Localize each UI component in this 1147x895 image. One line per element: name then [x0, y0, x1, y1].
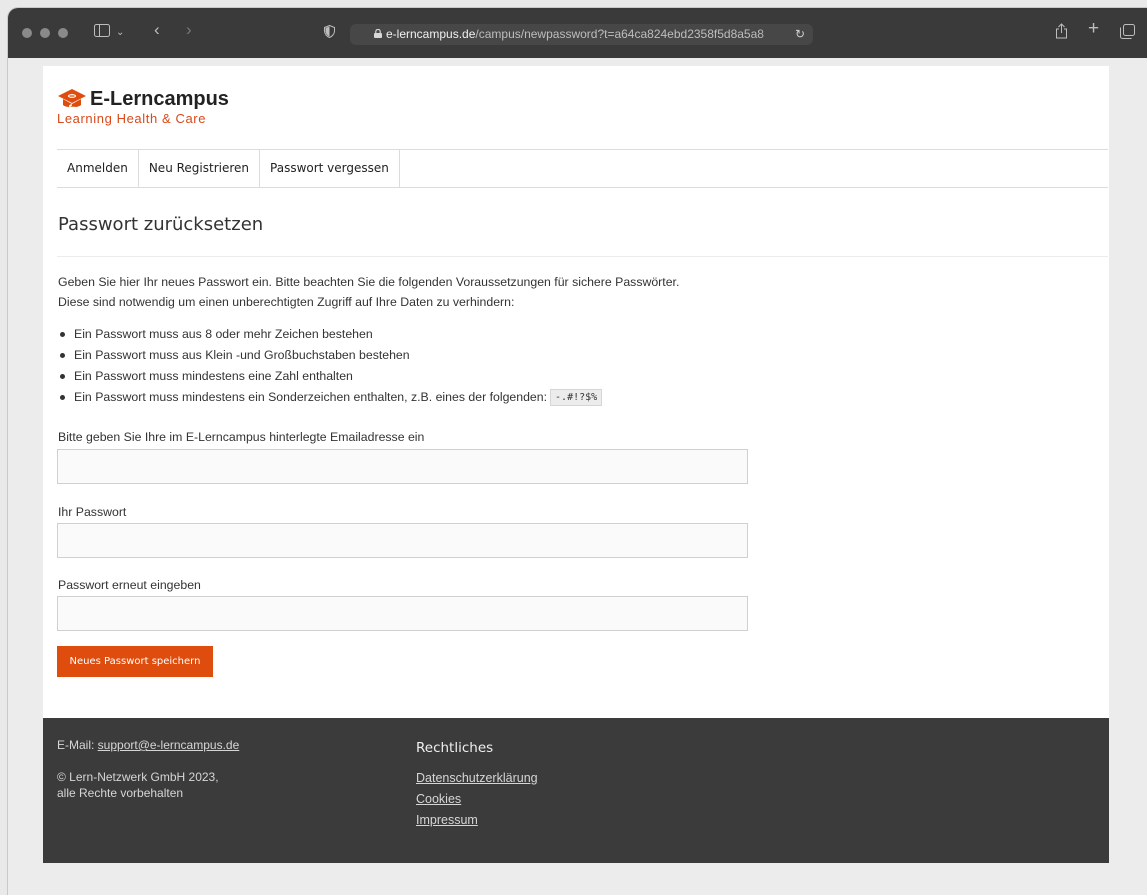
zoom-window-icon[interactable]: [58, 28, 68, 38]
privacy-shield-icon[interactable]: [324, 24, 335, 42]
list-item: Ein Passwort muss aus Klein -und Großbuc…: [58, 345, 602, 366]
minimize-window-icon[interactable]: [40, 28, 50, 38]
back-arrow-icon[interactable]: ‹: [154, 21, 160, 38]
nav-item-neu-registrieren[interactable]: Neu Registrieren: [139, 150, 261, 187]
intro-line-1: Geben Sie hier Ihr neues Passwort ein. B…: [58, 275, 680, 289]
password-requirements-list: Ein Passwort muss aus 8 oder mehr Zeiche…: [58, 324, 603, 408]
save-password-button[interactable]: Neues Passwort speichern: [57, 646, 213, 677]
chevron-down-icon[interactable]: ⌄: [116, 25, 124, 41]
footer-copyright: © Lern-Netzwerk GmbH 2023, alle Rechte v…: [57, 769, 219, 801]
list-item: Ein Passwort muss mindestens ein Sonderz…: [58, 387, 603, 408]
list-item: Impressum: [416, 810, 538, 831]
special-characters-code: -.#!?$%: [550, 389, 603, 407]
password-label: Ihr Passwort: [58, 505, 127, 519]
support-email-link[interactable]: support@e-lerncampus.de: [98, 738, 240, 752]
plus-icon[interactable]: +: [1088, 19, 1099, 38]
list-item: Ein Passwort muss mindestens eine Zahl e…: [58, 366, 602, 387]
email-field[interactable]: [57, 449, 748, 484]
forward-arrow-icon[interactable]: ›: [186, 21, 192, 38]
share-icon[interactable]: [1055, 23, 1068, 43]
main-navigation: Anmelden Neu Registrieren Passwort verge…: [57, 149, 1108, 188]
list-item: Ein Passwort muss aus 8 oder mehr Zeiche…: [58, 324, 602, 345]
page-title: Passwort zurücksetzen: [58, 214, 264, 235]
list-item: Cookies: [416, 789, 538, 810]
logo-subtitle: Learning Health & Care: [57, 111, 207, 126]
url-host: e-lerncampus.de: [386, 27, 476, 41]
sidebar-icon[interactable]: [94, 24, 110, 41]
url-fade: [759, 24, 789, 45]
site-footer: E-Mail: support@e-lerncampus.de © Lern-N…: [43, 718, 1109, 863]
nav-item-passwort-vergessen[interactable]: Passwort vergessen: [260, 150, 400, 187]
address-bar[interactable]: e-lerncampus.de/campus/newpassword?t=a64…: [350, 24, 813, 45]
imprint-link[interactable]: Impressum: [416, 813, 478, 827]
graduation-cap-logo-icon: [58, 89, 86, 109]
footer-email: E-Mail: support@e-lerncampus.de: [57, 738, 239, 752]
password-repeat-field[interactable]: [57, 596, 748, 631]
legal-section-title: Rechtliches: [416, 740, 494, 756]
logo-title: E-Lerncampus: [90, 88, 229, 110]
cookies-link[interactable]: Cookies: [416, 792, 461, 806]
list-item: Datenschutzerklärung: [416, 768, 538, 789]
requirement-text: Ein Passwort muss aus Klein -und Großbuc…: [74, 348, 410, 362]
nav-item-anmelden[interactable]: Anmelden: [57, 150, 139, 187]
password-field[interactable]: [57, 523, 748, 558]
privacy-policy-link[interactable]: Datenschutzerklärung: [416, 771, 538, 785]
requirement-text: Ein Passwort muss mindestens ein Sonderz…: [74, 390, 548, 404]
web-page: E-Lerncampus Learning Health & Care Anme…: [43, 66, 1109, 863]
reload-icon[interactable]: ↻: [795, 24, 805, 45]
intro-text: Geben Sie hier Ihr neues Passwort ein. B…: [58, 272, 818, 312]
requirement-text: Ein Passwort muss aus 8 oder mehr Zeiche…: [74, 327, 373, 341]
password-repeat-label: Passwort erneut eingeben: [58, 578, 201, 592]
copyright-line-1: © Lern-Netzwerk GmbH 2023,: [57, 770, 219, 784]
copyright-line-2: alle Rechte vorbehalten: [57, 786, 184, 800]
tab-overview-icon[interactable]: [1120, 24, 1135, 43]
close-window-icon[interactable]: [22, 28, 32, 38]
url-text: e-lerncampus.de/campus/newpassword?t=a64…: [386, 24, 764, 45]
requirement-text: Ein Passwort muss mindestens eine Zahl e…: [74, 369, 353, 383]
divider: [57, 256, 1108, 257]
email-label: Bitte geben Sie Ihre im E-Lerncampus hin…: [58, 430, 425, 444]
intro-line-2: Diese sind notwendig um einen unberechti…: [58, 295, 515, 309]
legal-links: Datenschutzerklärung Cookies Impressum: [416, 768, 538, 831]
url-path: /campus/newpassword?t=a64ca824ebd2358f5d…: [475, 27, 764, 41]
lock-icon: [374, 29, 382, 38]
footer-email-prefix: E-Mail:: [57, 738, 98, 752]
browser-window: ⌄ ‹ › e-lerncampus.de/campus/newpassword…: [8, 8, 1147, 895]
browser-toolbar: ⌄ ‹ › e-lerncampus.de/campus/newpassword…: [8, 8, 1147, 58]
